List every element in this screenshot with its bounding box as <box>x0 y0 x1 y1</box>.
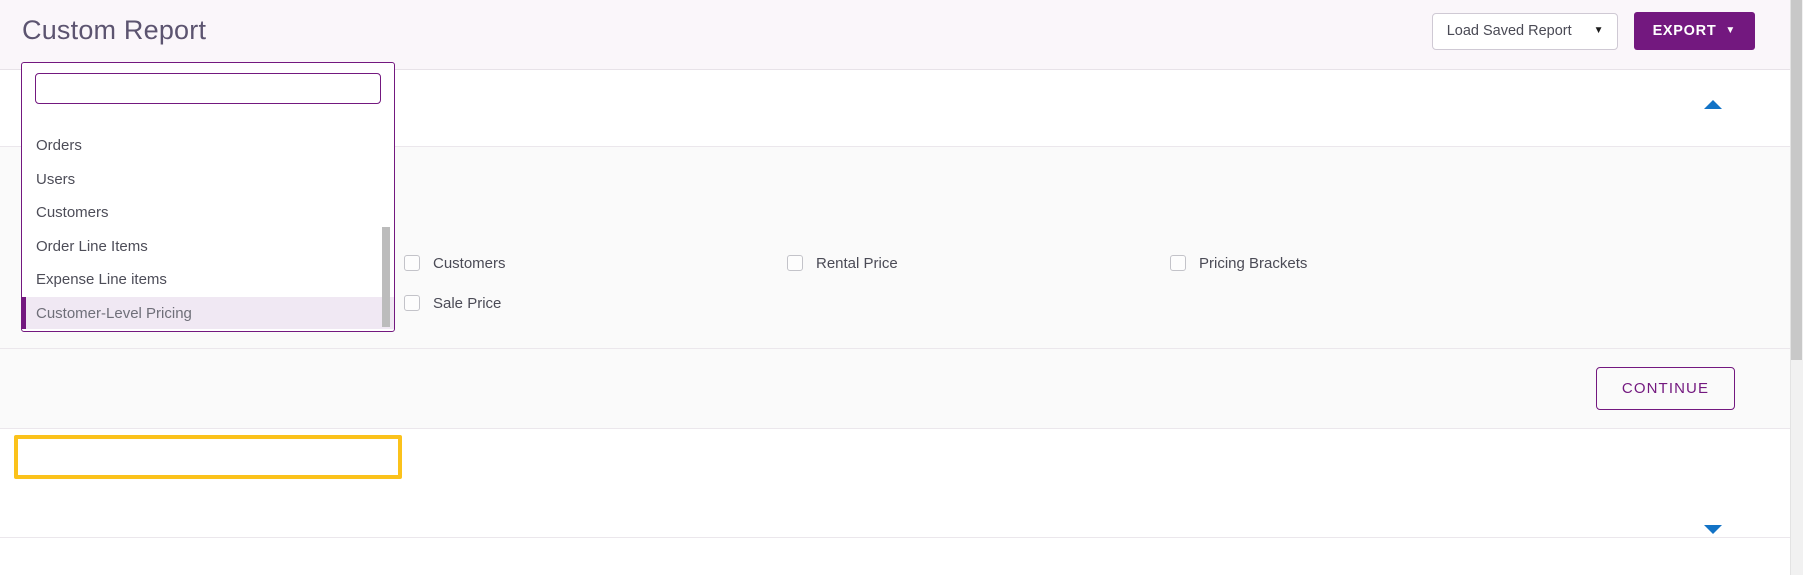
module-option-label: Expense Line items <box>36 271 167 289</box>
checkbox-icon[interactable] <box>787 255 803 271</box>
module-option-label: Customer-Level Pricing <box>36 304 192 322</box>
continue-button[interactable]: CONTINUE <box>1596 367 1735 410</box>
module-option-label: Orders <box>36 137 82 155</box>
chevron-up-icon[interactable] <box>1704 100 1722 109</box>
dropdown-scrollbar-thumb[interactable] <box>382 227 390 327</box>
divider <box>0 537 1790 538</box>
module-option-expense-line-items[interactable]: Expense Line items <box>22 263 394 297</box>
module-option-list[interactable]: Purchase Orders Orders Users Customers O… <box>22 111 394 329</box>
chevron-down-icon[interactable] <box>1704 525 1722 534</box>
field-row: Sale Price <box>404 283 1734 323</box>
field-checkbox-customers[interactable]: Customers <box>404 255 787 272</box>
step-2-section <box>0 428 1790 537</box>
module-option-label: Customers <box>36 204 109 222</box>
page-scrollbar-track[interactable] <box>1790 0 1803 575</box>
export-button[interactable]: EXPORT ▼ <box>1633 12 1755 50</box>
field-checkbox-rental-price[interactable]: Rental Price <box>787 255 1170 272</box>
field-label: Pricing Brackets <box>1199 254 1308 272</box>
module-search-wrap <box>22 63 394 110</box>
dropdown-scrollbar-track[interactable] <box>382 111 392 329</box>
field-checkbox-sale-price[interactable]: Sale Price <box>404 295 787 312</box>
module-option-users[interactable]: Users <box>22 163 394 197</box>
checkbox-icon[interactable] <box>1170 255 1186 271</box>
module-option-label: Users <box>36 170 76 188</box>
field-label: Customers <box>433 254 506 272</box>
page-header: Custom Report Load Saved Report ▼ EXPORT… <box>0 0 1790 70</box>
checkbox-icon[interactable] <box>404 255 420 271</box>
module-search-input[interactable] <box>35 73 381 104</box>
field-checkbox-pricing-brackets[interactable]: Pricing Brackets <box>1170 255 1553 272</box>
module-option-order-line-items[interactable]: Order Line Items <box>22 230 394 264</box>
field-label: Sale Price <box>433 294 502 312</box>
step-1-footer: CONTINUE <box>0 348 1790 428</box>
page-scrollbar-thumb[interactable] <box>1791 0 1802 360</box>
module-option-customers[interactable]: Customers <box>22 196 394 230</box>
chevron-down-icon: ▼ <box>1725 25 1736 36</box>
module-option-label: Purchase Orders <box>36 111 149 113</box>
page-title: Custom Report <box>22 15 207 45</box>
load-saved-report-label: Load Saved Report <box>1446 23 1572 39</box>
chevron-down-icon: ▼ <box>1593 25 1604 36</box>
custom-report-page: Custom Report Load Saved Report ▼ EXPORT… <box>0 0 1803 575</box>
module-option-label: Order Line Items <box>36 237 148 255</box>
module-option-customer-level-pricing[interactable]: Customer-Level Pricing <box>22 296 394 329</box>
field-row: Customers Rental Price Pricing Brackets <box>404 243 1734 283</box>
module-option-orders[interactable]: Orders <box>22 129 394 163</box>
load-saved-report-dropdown[interactable]: Load Saved Report ▼ <box>1431 12 1618 50</box>
module-option-purchase-orders[interactable]: Purchase Orders <box>22 111 394 129</box>
header-actions: Load Saved Report ▼ EXPORT ▼ <box>1431 12 1755 50</box>
export-button-label: EXPORT <box>1652 23 1717 39</box>
field-checkbox-grid: Customers Rental Price Pricing Brackets … <box>404 243 1734 323</box>
field-label: Rental Price <box>816 254 898 272</box>
module-dropdown-panel: Purchase Orders Orders Users Customers O… <box>21 62 395 332</box>
checkbox-icon[interactable] <box>404 295 420 311</box>
